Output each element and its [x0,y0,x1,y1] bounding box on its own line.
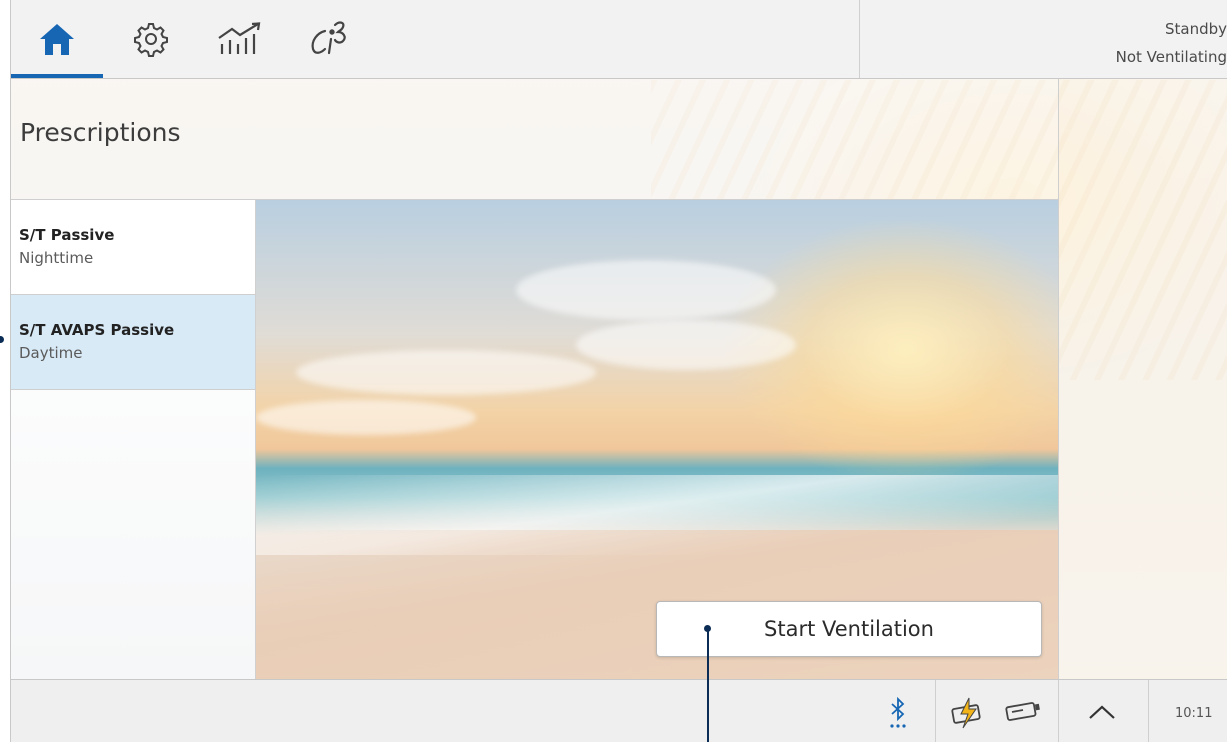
top-bar: Standby Not Ventilating [11,0,1227,79]
clock-time: 10:11 [1175,706,1213,721]
bottom-bar [11,679,1227,742]
battery-charging-icon [951,697,981,729]
cloud [576,320,796,370]
battery-icon [1005,702,1040,721]
prescription-name: S/T Passive [19,226,115,244]
right-panel [1058,79,1227,679]
status-standby: Standby [1164,20,1227,38]
tab-settings[interactable] [111,0,191,78]
cloud [256,400,476,435]
prescription-period: Nighttime [19,249,94,267]
divider [935,680,936,742]
clinician-tools-icon [311,21,346,55]
prescription-item-nighttime[interactable]: S/T Passive Nighttime [11,200,255,295]
cloud [516,260,776,320]
chevron-up-icon[interactable] [1087,702,1117,722]
trends-chart-icon [218,22,261,54]
home-icon [40,24,74,55]
page-title: Prescriptions [20,118,181,147]
callout-line-start [707,630,709,742]
cloud [296,350,596,395]
prescription-name: S/T AVAPS Passive [19,321,175,339]
callout-marker-prescription [0,336,4,343]
tab-clinician[interactable] [291,0,371,78]
start-ventilation-button[interactable]: Start Ventilation [656,601,1042,657]
status-area: Standby Not Ventilating [859,0,1227,78]
divider [1148,680,1149,742]
prescription-list: S/T Passive Nighttime S/T AVAPS Passive … [11,200,256,679]
tab-home[interactable] [11,0,103,78]
bluetooth-icon[interactable] [887,696,909,730]
status-ventilating: Not Ventilating [1115,48,1227,66]
ventilator-screen: Standby Not Ventilating Prescriptions S/… [10,0,1227,742]
prescription-item-daytime[interactable]: S/T AVAPS Passive Daytime [11,295,255,390]
prescription-period: Daytime [19,344,83,362]
tab-trends[interactable] [201,0,281,78]
gear-icon [134,23,168,57]
divider [1058,680,1059,742]
